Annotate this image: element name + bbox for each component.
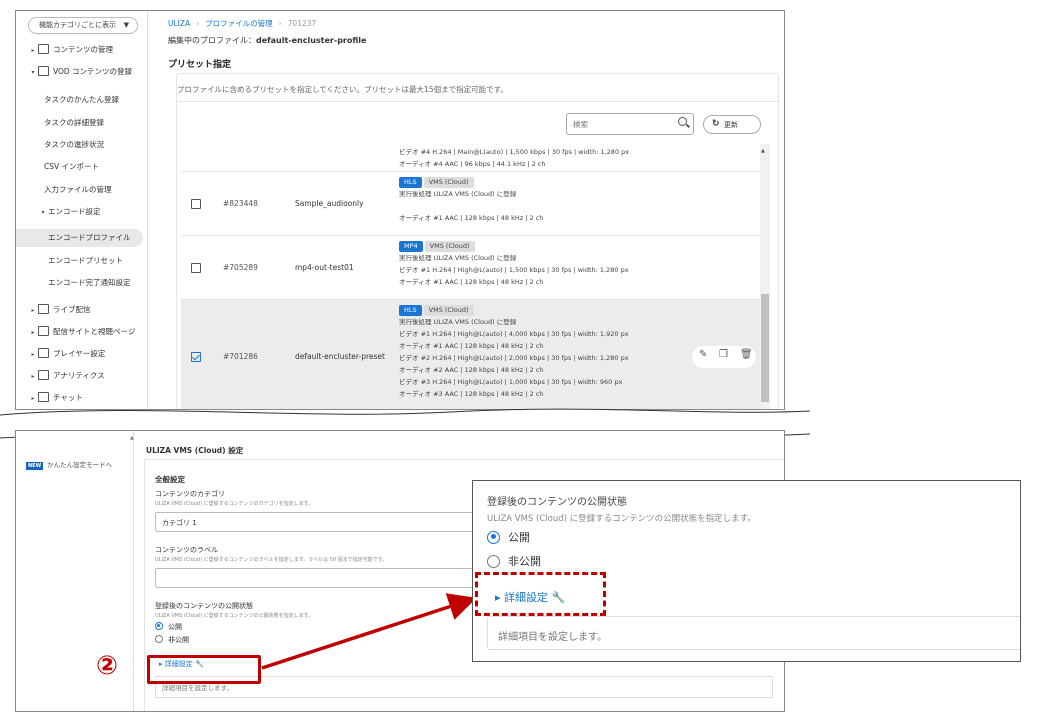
zoom-publish-state-label: 登録後のコンテンツの公開状態: [487, 497, 627, 508]
radio-checked-icon[interactable]: [487, 530, 500, 544]
zoom-publish-state-description: ULIZA VMS (Cloud) に登録するコンテンツの公開状態を指定します。: [487, 514, 756, 524]
radio-unchecked-icon[interactable]: [487, 554, 500, 568]
zoomed-publish-section: 登録後のコンテンツの公開状態 ULIZA VMS (Cloud) に登録するコン…: [472, 480, 1021, 662]
zoom-radio-private[interactable]: 非公開: [487, 553, 541, 569]
zoom-detail-hint: 詳細項目を設定します。: [487, 616, 1020, 650]
highlight-box-dashed: [475, 572, 606, 616]
zoom-radio-public[interactable]: 公開: [487, 529, 530, 545]
